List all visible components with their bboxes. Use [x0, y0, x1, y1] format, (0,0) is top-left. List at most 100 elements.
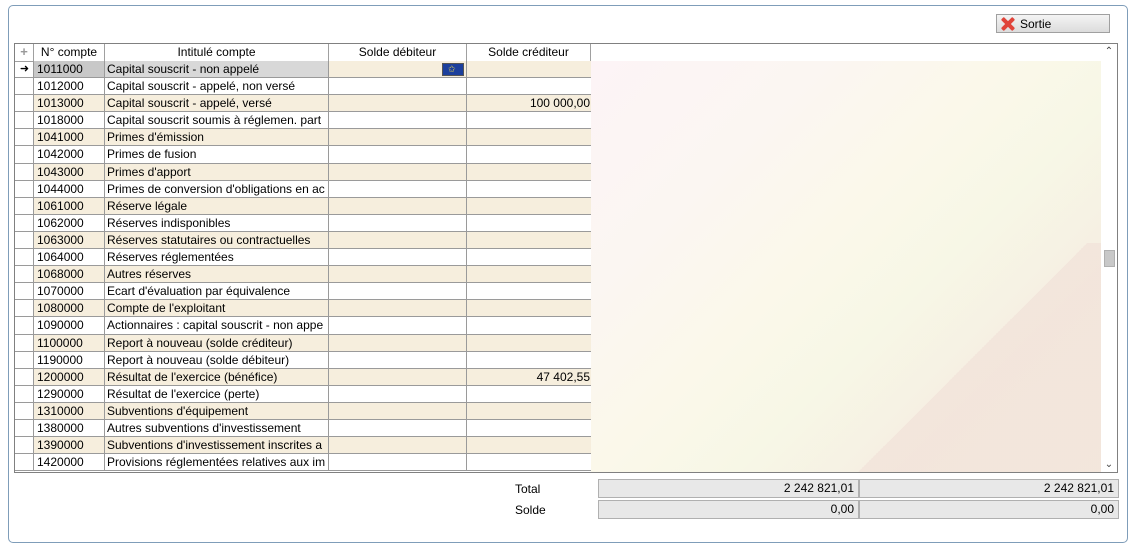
table-row[interactable]: 1380000 Autres subventions d'investisseme… [15, 419, 591, 438]
debit-cell[interactable] [329, 197, 467, 214]
account-label-cell[interactable]: Subventions d'équipement [105, 402, 329, 419]
account-number-cell[interactable]: 1062000 [34, 214, 105, 231]
debit-cell[interactable] [329, 454, 467, 471]
credit-cell[interactable] [467, 129, 591, 146]
table-row[interactable]: 1042000 Primes de fusion [15, 146, 591, 164]
debit-cell[interactable] [329, 180, 467, 197]
debit-cell[interactable] [329, 385, 467, 402]
row-indicator[interactable] [15, 437, 34, 454]
row-indicator[interactable] [15, 112, 34, 129]
account-number-cell[interactable]: 1063000 [34, 231, 105, 249]
credit-cell[interactable] [467, 283, 591, 299]
credit-cell[interactable] [467, 215, 591, 231]
debit-cell[interactable] [329, 437, 467, 454]
account-label-cell[interactable]: Réserve légale [105, 197, 329, 214]
row-indicator[interactable] [15, 214, 34, 231]
credit-cell[interactable] [467, 420, 591, 436]
credit-cell[interactable] [467, 334, 591, 351]
debit-cell[interactable] [329, 402, 467, 419]
table-row[interactable]: 1044000 Primes de conversion d'obligation… [15, 180, 591, 198]
row-indicator[interactable] [15, 95, 34, 112]
row-indicator[interactable] [15, 283, 34, 300]
account-label-cell[interactable]: Report à nouveau (solde créditeur) [105, 334, 329, 351]
table-row[interactable]: 1063000 Réserves statutaires ou contractu… [15, 231, 591, 250]
credit-cell[interactable] [467, 402, 591, 419]
header-debit-balance[interactable]: Solde débiteur [329, 44, 467, 61]
account-number-cell[interactable]: 1310000 [34, 402, 105, 419]
account-label-cell[interactable]: Réserves réglementées [105, 249, 329, 266]
credit-cell[interactable] [467, 78, 591, 94]
debit-cell[interactable] [329, 317, 467, 334]
scroll-down-icon[interactable]: ⌄ [1101, 459, 1117, 470]
account-number-cell[interactable]: 1080000 [34, 300, 105, 317]
credit-cell[interactable] [467, 197, 591, 214]
row-indicator[interactable]: ➜ [15, 61, 34, 78]
account-label-cell[interactable]: Capital souscrit soumis à réglemen. part [105, 112, 329, 129]
vertical-scrollbar[interactable]: ⌃ ⌄ [1101, 44, 1117, 472]
account-number-cell[interactable]: 1090000 [34, 317, 105, 334]
table-row[interactable]: 1012000 Capital souscrit - appelé, non ve… [15, 78, 591, 96]
account-label-cell[interactable]: Autres réserves [105, 266, 329, 283]
account-label-cell[interactable]: Résultat de l'exercice (bénéfice) [105, 368, 329, 385]
credit-cell[interactable] [467, 249, 591, 265]
credit-cell[interactable] [467, 300, 591, 317]
account-number-cell[interactable]: 1012000 [34, 78, 105, 95]
debit-cell[interactable] [329, 78, 467, 95]
account-number-cell[interactable]: 1064000 [34, 249, 105, 266]
debit-cell[interactable] [329, 163, 467, 180]
debit-cell[interactable] [329, 95, 467, 112]
account-number-cell[interactable]: 1018000 [34, 112, 105, 129]
account-label-cell[interactable]: Subventions d'investissement inscrites a [105, 437, 329, 454]
table-row[interactable]: 1041000 Primes d'émission [15, 129, 591, 147]
table-row[interactable]: 1061000 Réserve légale [15, 197, 591, 215]
account-number-cell[interactable]: 1100000 [34, 334, 105, 351]
credit-cell[interactable] [467, 112, 591, 128]
account-number-cell[interactable]: 1041000 [34, 129, 105, 146]
table-row[interactable]: 1090000 Actionnaires : capital souscrit -… [15, 317, 591, 335]
credit-cell[interactable] [467, 454, 591, 470]
row-indicator[interactable] [15, 180, 34, 197]
scroll-up-icon[interactable]: ⌃ [1101, 46, 1117, 57]
row-indicator[interactable] [15, 351, 34, 368]
exit-button[interactable]: Sortie [996, 14, 1110, 33]
table-row[interactable]: 1290000 Résultat de l'exercice (perte) [15, 385, 591, 403]
debit-cell[interactable] [329, 283, 467, 300]
table-row[interactable]: 1080000 Compte de l'exploitant [15, 300, 591, 318]
account-number-cell[interactable]: 1290000 [34, 385, 105, 402]
account-number-cell[interactable]: 1420000 [34, 454, 105, 471]
row-indicator[interactable] [15, 334, 34, 351]
row-indicator[interactable] [15, 146, 34, 163]
account-label-cell[interactable]: Primes d'apport [105, 163, 329, 180]
row-indicator[interactable] [15, 129, 34, 146]
header-account-number[interactable]: N° compte [34, 44, 105, 61]
debit-cell[interactable] [329, 300, 467, 317]
account-label-cell[interactable]: Réserves statutaires ou contractuelles [105, 231, 329, 249]
account-label-cell[interactable]: Primes d'émission [105, 129, 329, 146]
debit-cell[interactable] [329, 61, 467, 78]
debit-cell[interactable] [329, 231, 467, 249]
credit-cell[interactable] [467, 61, 591, 78]
accounts-grid[interactable]: + N° compte Intitulé compte Solde débite… [14, 43, 1118, 473]
account-label-cell[interactable]: Provisions réglementées relatives aux im [105, 454, 329, 471]
table-row[interactable]: 1043000 Primes d'apport [15, 163, 591, 181]
debit-cell[interactable] [329, 146, 467, 163]
account-label-cell[interactable]: Report à nouveau (solde débiteur) [105, 351, 329, 368]
credit-cell[interactable] [467, 317, 591, 333]
table-row[interactable]: 1420000 Provisions réglementées relatives… [15, 454, 591, 472]
row-indicator[interactable] [15, 454, 34, 471]
table-row[interactable]: 1190000 Report à nouveau (solde débiteur) [15, 351, 591, 369]
credit-cell[interactable] [467, 231, 591, 249]
table-row[interactable]: 1062000 Réserves indisponibles [15, 214, 591, 232]
credit-cell[interactable] [467, 146, 591, 162]
row-indicator[interactable] [15, 419, 34, 437]
account-label-cell[interactable]: Capital souscrit - appelé, versé [105, 95, 329, 112]
credit-cell[interactable]: 47 402,55 [467, 368, 591, 385]
table-row[interactable]: ➜ 1011000 Capital souscrit - non appelé [15, 61, 591, 79]
row-indicator[interactable] [15, 249, 34, 266]
table-row[interactable]: 1068000 Autres réserves [15, 266, 591, 284]
row-indicator[interactable] [15, 317, 34, 334]
debit-cell[interactable] [329, 249, 467, 266]
account-label-cell[interactable]: Primes de fusion [105, 146, 329, 163]
debit-cell[interactable] [329, 214, 467, 231]
credit-cell[interactable]: 100 000,00 [467, 95, 591, 112]
